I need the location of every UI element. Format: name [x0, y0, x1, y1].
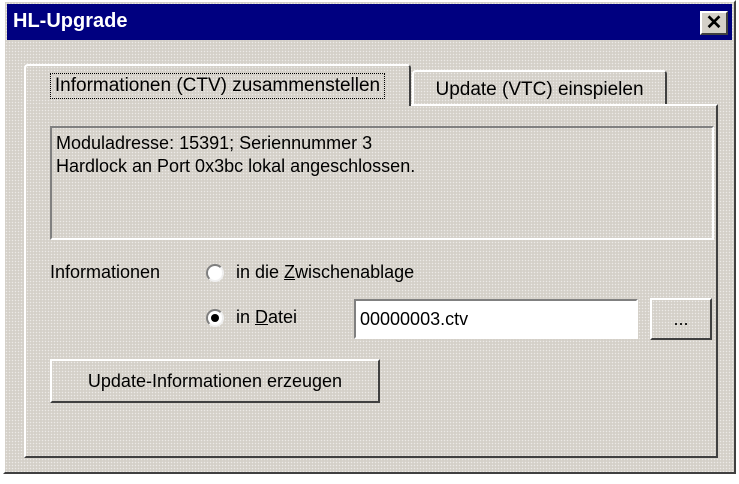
- radio-file[interactable]: [206, 309, 224, 327]
- tab-panel: Moduladresse: 15391; Seriennummer 3 Hard…: [24, 104, 718, 458]
- radio-clipboard[interactable]: [206, 264, 224, 282]
- generate-update-info-button[interactable]: Update-Informationen erzeugen: [50, 359, 380, 403]
- informationen-label: Informationen: [50, 262, 161, 282]
- title-bar[interactable]: HL-Upgrade ✕: [7, 4, 732, 40]
- close-button[interactable]: ✕: [700, 11, 728, 35]
- browse-button[interactable]: ...: [650, 298, 712, 340]
- info-line-module: Moduladresse: 15391; Seriennummer 3: [56, 133, 373, 153]
- radio-clipboard-label[interactable]: in die Zwischenablage: [236, 262, 414, 283]
- close-icon: ✕: [705, 12, 723, 34]
- info-display: Moduladresse: 15391; Seriennummer 3 Hard…: [50, 126, 714, 240]
- info-line-hardlock: Hardlock an Port 0x3bc lokal angeschloss…: [56, 156, 416, 176]
- radio-file-label[interactable]: in Datei: [236, 307, 297, 328]
- tab-update-einspielen[interactable]: Update (VTC) einspielen: [412, 70, 667, 108]
- tab-label: Update (VTC) einspielen: [435, 79, 644, 100]
- tab-informationen-zusammenstellen[interactable]: Informationen (CTV) zusammenstellen: [24, 64, 411, 106]
- window-title: HL-Upgrade: [13, 10, 128, 32]
- filename-input[interactable]: [354, 299, 638, 339]
- radio-selected-dot: [211, 314, 219, 322]
- generate-label: Update-Informationen erzeugen: [87, 370, 343, 391]
- tab-label: Informationen (CTV) zusammenstellen: [49, 73, 386, 99]
- browse-label: ...: [673, 308, 689, 329]
